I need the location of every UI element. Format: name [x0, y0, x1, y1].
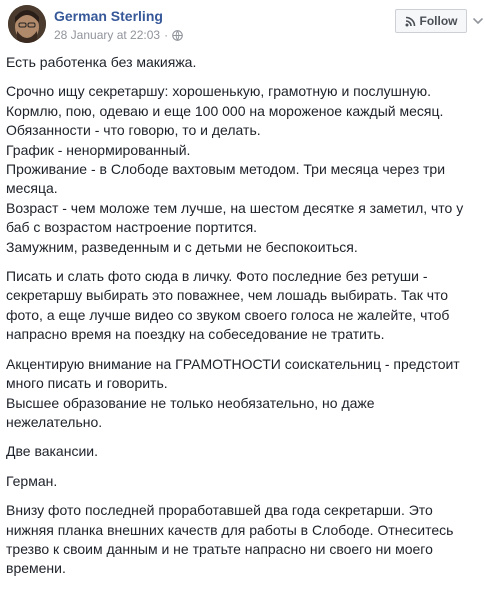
- post-paragraph: Акцентирую внимание на ГРАМОТНОСТИ соиск…: [6, 355, 460, 430]
- avatar[interactable]: [8, 5, 46, 43]
- post-paragraph: Две вакансии.: [6, 443, 98, 460]
- post-options-button[interactable]: [471, 9, 485, 33]
- follow-button[interactable]: Follow: [395, 9, 467, 33]
- post-paragraph: Срочно ищу секретаршу: хорошенькую, грам…: [6, 83, 464, 255]
- post-meta: 28 January at 22:03 ·: [54, 28, 183, 42]
- post-paragraph: Есть работенка без макияжа.: [6, 54, 197, 70]
- rss-icon: [405, 16, 415, 26]
- chevron-down-icon: [473, 18, 483, 24]
- post-header: German Sterling 28 January at 22:03 · Fo…: [8, 5, 483, 45]
- post-body: Есть работенка без макияжа. Срочно ищу с…: [6, 53, 474, 589]
- globe-icon[interactable]: [172, 29, 183, 41]
- author-name[interactable]: German Sterling: [54, 8, 163, 24]
- post-timestamp[interactable]: 28 January at 22:03: [54, 28, 160, 42]
- post-paragraph: Внизу фото последней проработавшей два г…: [6, 502, 454, 577]
- post-paragraph: Писать и слать фото сюда в личку. Фото п…: [6, 268, 450, 343]
- avatar-photo: [8, 5, 46, 43]
- post-paragraph: Герман.: [6, 472, 58, 489]
- follow-label: Follow: [419, 14, 458, 28]
